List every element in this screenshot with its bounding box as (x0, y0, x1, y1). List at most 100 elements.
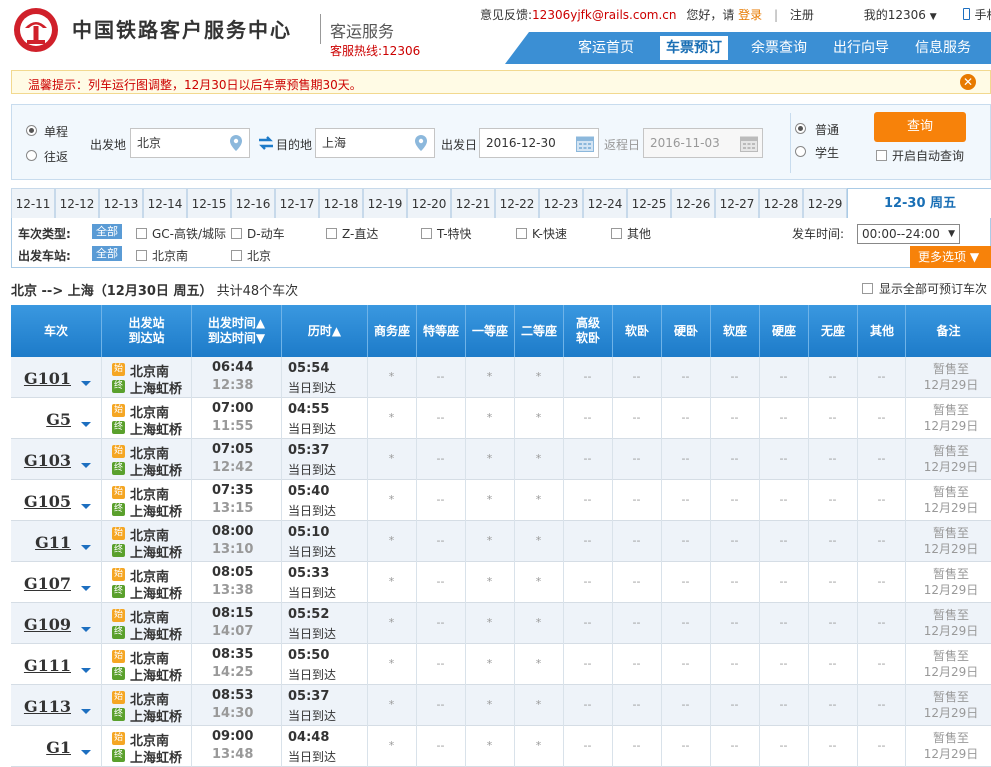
train-number-link[interactable]: G1 (11, 738, 71, 757)
calendar-icon[interactable] (740, 135, 758, 152)
round-trip-radio[interactable] (26, 150, 37, 161)
checkbox[interactable] (862, 283, 873, 294)
location-pin-icon[interactable] (414, 135, 428, 151)
train-number-link[interactable]: G11 (11, 533, 71, 552)
remark: 暂售至 12月29日 (911, 443, 991, 475)
train-type-t[interactable]: T-特快 (421, 225, 472, 242)
date-tab[interactable]: 12-12 (55, 188, 99, 218)
query-button[interactable]: 查询 (874, 112, 966, 142)
date-tab[interactable]: 12-30 周五 (847, 188, 991, 219)
checkbox[interactable] (611, 228, 622, 239)
date-tab[interactable]: 12-19 (363, 188, 407, 218)
remark-line1: 暂售至 (932, 731, 969, 745)
chevron-down-icon[interactable] (81, 586, 91, 591)
date-tab[interactable]: 12-16 (231, 188, 275, 218)
train-type-d[interactable]: D-动车 (231, 225, 285, 242)
chevron-down-icon[interactable] (81, 545, 91, 550)
date-tab[interactable]: 12-18 (319, 188, 363, 218)
train-number-link[interactable]: G109 (11, 615, 71, 634)
train-type-all-button[interactable]: 全部 (92, 224, 122, 239)
checkbox[interactable] (231, 250, 242, 261)
checkbox[interactable] (326, 228, 337, 239)
col-arrive-time[interactable]: 到达时间▼ (208, 331, 265, 346)
checkbox[interactable] (136, 250, 147, 261)
login-link[interactable]: 登录 (738, 6, 762, 23)
notice-text: 温馨提示：列车运行图调整，12月30日以后车票预售期30天。 (28, 78, 362, 92)
passenger-normal-radio[interactable] (795, 123, 806, 134)
date-tab[interactable]: 12-24 (583, 188, 627, 218)
chevron-down-icon[interactable] (81, 627, 91, 632)
station-all-button[interactable]: 全部 (92, 246, 122, 261)
chevron-down-icon[interactable] (81, 463, 91, 468)
chevron-down-icon[interactable] (81, 750, 91, 755)
remark-line1: 暂售至 (932, 403, 969, 417)
register-link[interactable]: 注册 (790, 6, 814, 23)
date-tab[interactable]: 12-29 (803, 188, 847, 218)
location-pin-icon[interactable] (229, 135, 243, 151)
train-number-link[interactable]: G101 (11, 369, 71, 388)
depart-time-select[interactable]: 00:00--24:00 (857, 224, 960, 244)
checkbox[interactable] (421, 228, 432, 239)
date-tab[interactable]: 12-28 (759, 188, 803, 218)
train-number-link[interactable]: G111 (11, 656, 71, 675)
chevron-down-icon[interactable] (81, 709, 91, 714)
show-all-toggle[interactable]: 显示全部可预订车次 (862, 280, 987, 297)
depart-date-input[interactable]: 2016-12-30 (479, 128, 599, 158)
date-tab[interactable]: 12-20 (407, 188, 451, 218)
date-tab[interactable]: 12-26 (671, 188, 715, 218)
passenger-student-radio[interactable] (795, 146, 806, 157)
date-tab[interactable]: 12-13 (99, 188, 143, 218)
close-icon[interactable]: ✕ (960, 74, 976, 90)
auto-query-checkbox[interactable] (876, 150, 887, 161)
nav-travel-guide[interactable]: 出行向导 (819, 32, 903, 64)
col-depart-time[interactable]: 出发时间▲ (208, 316, 265, 331)
nav-booking[interactable]: 车票预订 (660, 36, 728, 60)
checkbox[interactable] (516, 228, 527, 239)
col-duration[interactable]: 历时▲ (281, 305, 367, 357)
cell-divider (191, 562, 192, 603)
nav-home[interactable]: 客运首页 (565, 32, 647, 64)
feedback-email-link[interactable]: 12306yjfk@rails.com.cn (532, 8, 676, 22)
mobile-link[interactable]: 手机版 (962, 6, 991, 23)
train-number-link[interactable]: G105 (11, 492, 71, 511)
checkbox[interactable] (231, 228, 242, 239)
one-way-radio[interactable] (26, 125, 37, 136)
chevron-down-icon[interactable] (81, 422, 91, 427)
swap-stations-icon[interactable] (257, 136, 275, 150)
more-options-button[interactable]: 更多选项 ▼ (910, 246, 991, 268)
train-number-link[interactable]: G103 (11, 451, 71, 470)
nav-info-service[interactable]: 信息服务 (901, 32, 985, 64)
train-type-k[interactable]: K-快速 (516, 225, 567, 242)
to-station-input[interactable]: 上海 (315, 128, 435, 158)
date-tab[interactable]: 12-17 (275, 188, 319, 218)
col-times[interactable]: 出发时间▲ 到达时间▼ (191, 305, 281, 357)
nav-ticket-query[interactable]: 余票查询 (737, 32, 821, 64)
chevron-down-icon[interactable] (81, 668, 91, 673)
train-type-gc[interactable]: GC-高铁/城际 (136, 225, 226, 242)
date-tab[interactable]: 12-11 (11, 188, 55, 218)
calendar-icon[interactable] (576, 135, 594, 152)
station-beijingnan[interactable]: 北京南 (136, 247, 188, 264)
station-beijing[interactable]: 北京 (231, 247, 271, 264)
train-number-link[interactable]: G113 (11, 697, 71, 716)
chevron-down-icon[interactable] (81, 381, 91, 386)
my12306-menu[interactable]: 我的12306 ▼ (864, 6, 937, 23)
date-tab[interactable]: 12-21 (451, 188, 495, 218)
train-number-link[interactable]: G5 (11, 410, 71, 429)
train-type-z[interactable]: Z-直达 (326, 225, 378, 242)
checkbox[interactable] (136, 228, 147, 239)
from-station-input[interactable]: 北京 (130, 128, 250, 158)
date-tab[interactable]: 12-27 (715, 188, 759, 218)
seat-availability: * (535, 493, 542, 506)
railway-logo-icon[interactable] (12, 6, 60, 54)
date-tab[interactable]: 12-25 (627, 188, 671, 218)
train-type-other[interactable]: 其他 (611, 225, 651, 242)
date-tab[interactable]: 12-15 (187, 188, 231, 218)
date-tab[interactable]: 12-14 (143, 188, 187, 218)
date-tab[interactable]: 12-22 (495, 188, 539, 218)
chevron-down-icon[interactable] (81, 504, 91, 509)
seat-availability: -- (583, 452, 592, 465)
return-date-input[interactable]: 2016-11-03 (643, 128, 763, 158)
train-number-link[interactable]: G107 (11, 574, 71, 593)
date-tab[interactable]: 12-23 (539, 188, 583, 218)
